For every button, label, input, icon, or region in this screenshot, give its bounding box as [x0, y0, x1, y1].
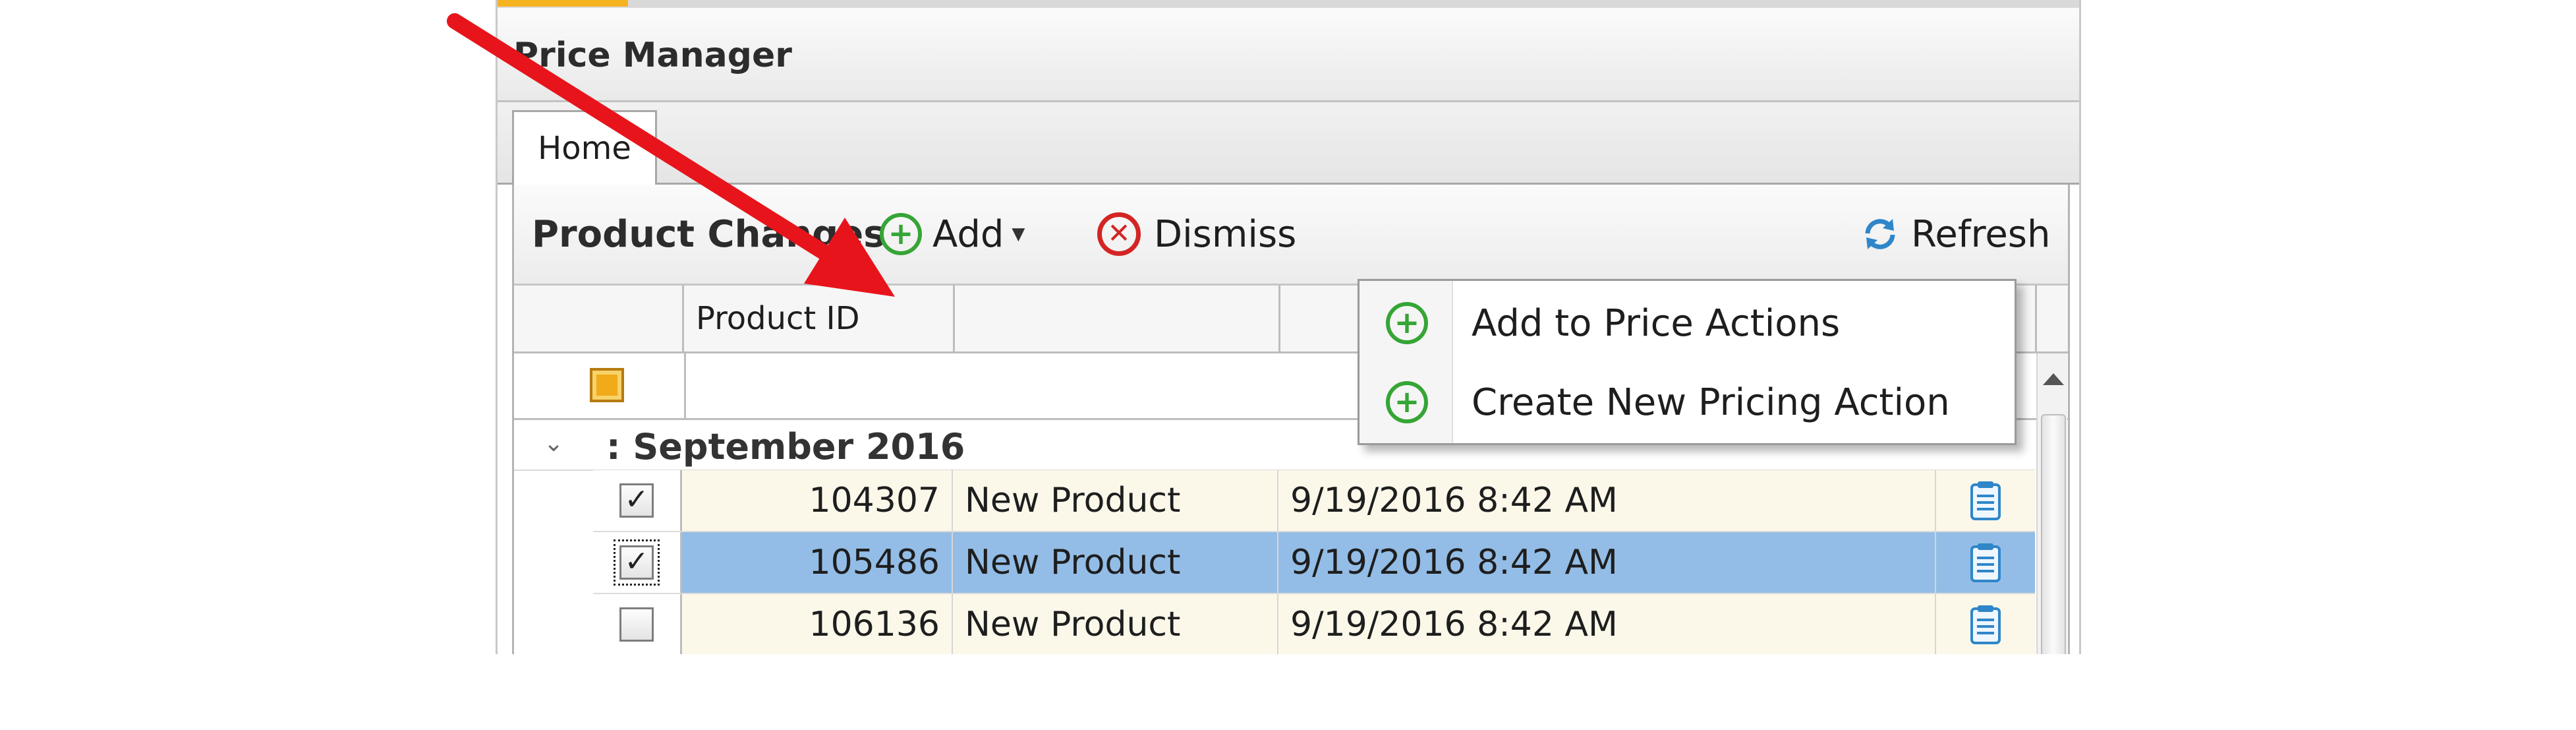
active-window-tab[interactable]	[498, 0, 628, 7]
column-header-select[interactable]	[514, 286, 684, 351]
product-id-cell: 106136	[682, 594, 953, 654]
table-row[interactable]: ✓ 104307 New Product 9/19/2016 8:42 AM	[593, 470, 2035, 532]
add-circle-icon: +	[880, 213, 922, 255]
menu-item-add-to-price-actions[interactable]: + Add to Price Actions	[1360, 284, 2015, 363]
add-button-label: Add	[932, 212, 1004, 256]
add-dropdown-menu: + Add to Price Actions + Create New Pric…	[1358, 279, 2017, 445]
panel-title: Product Changes	[532, 212, 886, 256]
scroll-up-arrow-icon[interactable]	[2043, 373, 2064, 385]
column-header-product-id[interactable]: Product ID	[684, 286, 955, 351]
filter-icon[interactable]	[590, 368, 624, 402]
notes-cell[interactable]	[1936, 532, 2035, 593]
column-header-description[interactable]	[955, 286, 1280, 351]
select-cell[interactable]: ✓	[593, 470, 682, 531]
product-id-cell: 104307	[682, 470, 953, 531]
select-cell[interactable]: ✓	[593, 532, 682, 593]
toolbar: Product Changes + Add ▼ ✕ Dismiss Refres…	[514, 185, 2068, 286]
group-label: : September 2016	[606, 426, 965, 468]
table-row[interactable]: 106136 New Product 9/19/2016 8:42 AM	[593, 594, 2035, 654]
vertical-scrollbar[interactable]	[2036, 353, 2067, 654]
add-circle-icon: +	[1386, 381, 1428, 423]
add-button[interactable]: + Add ▼	[880, 185, 1025, 284]
notes-cell[interactable]	[1936, 594, 2035, 654]
description-cell: New Product	[953, 470, 1278, 531]
date-cell: 9/19/2016 8:42 AM	[1278, 470, 1936, 531]
tab-home[interactable]: Home	[512, 110, 657, 185]
window-title: Price Manager	[513, 36, 792, 75]
date-cell: 9/19/2016 8:42 AM	[1278, 532, 1936, 593]
ribbon-tab-row: Home	[498, 102, 2079, 185]
title-bar: Price Manager	[498, 8, 2079, 102]
scroll-thumb[interactable]	[2041, 414, 2066, 654]
price-manager-window: Price Manager Home Product Changes + Add…	[496, 0, 2081, 654]
menu-item-label: Create New Pricing Action	[1472, 380, 1950, 424]
menu-item-label: Add to Price Actions	[1472, 301, 1841, 345]
refresh-button[interactable]: Refresh	[1860, 185, 2050, 284]
refresh-icon	[1860, 214, 1901, 255]
description-cell: New Product	[953, 532, 1278, 593]
dropdown-caret-icon: ▼	[1012, 224, 1025, 244]
refresh-button-label: Refresh	[1911, 212, 2051, 256]
row-checkbox[interactable]: ✓	[614, 539, 660, 586]
table-row[interactable]: ✓ 105486 New Product 9/19/2016 8:42 AM	[593, 532, 2035, 594]
notepad-icon[interactable]	[1970, 542, 2001, 583]
dismiss-button-label: Dismiss	[1154, 212, 1297, 256]
menu-item-create-new-pricing-action[interactable]: + Create New Pricing Action	[1360, 363, 2015, 442]
chevron-down-icon[interactable]: ⌄	[544, 430, 563, 457]
row-checkbox[interactable]	[619, 607, 654, 642]
dismiss-circle-icon: ✕	[1097, 212, 1141, 256]
select-cell[interactable]	[593, 594, 682, 654]
product-id-cell: 105486	[682, 532, 953, 593]
add-circle-icon: +	[1386, 302, 1428, 344]
dismiss-button[interactable]: ✕ Dismiss	[1097, 185, 1296, 284]
description-cell: New Product	[953, 594, 1278, 654]
date-cell: 9/19/2016 8:42 AM	[1278, 594, 1936, 654]
row-checkbox[interactable]: ✓	[619, 483, 654, 518]
notepad-icon[interactable]	[1970, 604, 2001, 645]
notepad-icon[interactable]	[1970, 480, 2001, 521]
notes-cell[interactable]	[1936, 470, 2035, 531]
